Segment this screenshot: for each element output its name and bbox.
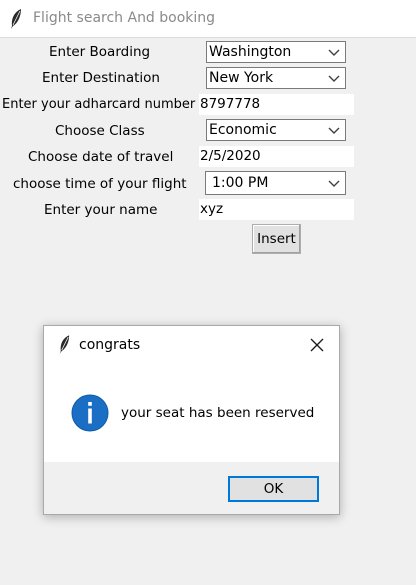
class-combobox[interactable]: Economic xyxy=(206,119,346,141)
dialog-body: your seat has been reserved xyxy=(44,364,339,462)
name-value: xyz xyxy=(200,201,224,217)
feather-icon xyxy=(11,9,21,29)
class-value: Economic xyxy=(209,122,277,138)
destination-combobox[interactable]: New York xyxy=(206,67,346,89)
adhar-entry[interactable]: 8797778 xyxy=(199,94,354,115)
name-label: Enter your name xyxy=(44,202,158,218)
chevron-down-icon[interactable] xyxy=(328,72,340,84)
window-title: Flight search And booking xyxy=(33,10,216,26)
feather-icon xyxy=(59,335,70,354)
chevron-down-icon[interactable] xyxy=(328,124,340,136)
name-entry[interactable]: xyz xyxy=(199,199,354,220)
destination-value: New York xyxy=(209,70,274,86)
info-icon xyxy=(71,394,109,432)
adhar-label: Enter your adharcard number xyxy=(2,97,196,112)
class-label: Choose Class xyxy=(55,123,145,139)
adhar-value: 8797778 xyxy=(200,96,261,112)
insert-button[interactable]: Insert xyxy=(252,224,301,254)
congrats-dialog: congrats your seat has been reserved OK xyxy=(43,325,340,515)
boarding-label: Enter Boarding xyxy=(49,44,151,60)
chevron-down-icon[interactable] xyxy=(328,46,340,58)
dialog-title: congrats xyxy=(79,337,141,353)
date-value: 2/5/2020 xyxy=(200,148,261,164)
boarding-combobox[interactable]: Washington xyxy=(206,41,346,63)
time-label: choose time of your flight xyxy=(13,176,187,192)
window-title-bar: Flight search And booking xyxy=(0,0,416,38)
dialog-footer: OK xyxy=(44,462,339,514)
chevron-down-icon[interactable] xyxy=(328,177,340,189)
time-value: 1:00 PM xyxy=(212,175,269,191)
close-icon[interactable] xyxy=(310,338,324,352)
ok-button[interactable]: OK xyxy=(228,476,319,502)
boarding-value: Washington xyxy=(209,44,292,60)
date-label: Choose date of travel xyxy=(28,149,174,165)
time-combobox[interactable]: 1:00 PM xyxy=(205,171,346,195)
dialog-message: your seat has been reserved xyxy=(121,405,315,421)
destination-label: Enter Destination xyxy=(42,70,160,86)
date-entry[interactable]: 2/5/2020 xyxy=(199,146,354,167)
